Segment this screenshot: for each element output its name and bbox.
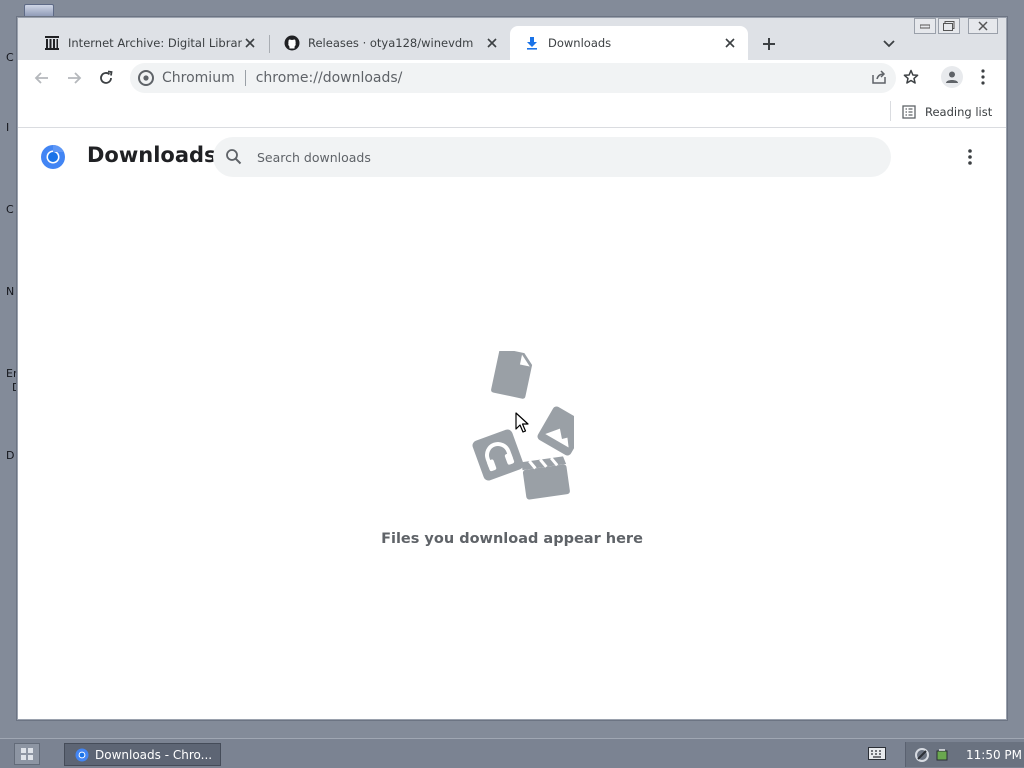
- video-icon: [521, 456, 570, 500]
- browser-menu-button[interactable]: [973, 67, 993, 87]
- tab-title: Releases · otya128/winevdm: [308, 36, 474, 50]
- bookmark-star-button[interactable]: [901, 67, 921, 87]
- page-title: Downloads: [87, 143, 217, 167]
- archive-icon: [44, 35, 60, 51]
- tab-title: Internet Archive: Digital Library: [68, 36, 242, 50]
- reading-list-icon: [902, 105, 916, 119]
- audio-icon: [472, 429, 524, 481]
- tab-title: Downloads: [548, 36, 612, 50]
- share-icon: [872, 70, 886, 84]
- forward-button[interactable]: [62, 66, 86, 90]
- close-icon: [245, 38, 255, 48]
- star-icon: [903, 69, 919, 84]
- mouse-cursor-icon: [515, 412, 529, 433]
- close-icon: [978, 21, 988, 31]
- arrow-left-icon: [34, 72, 48, 84]
- browser-window: Internet Archive: Digital Library Releas…: [16, 16, 1008, 721]
- downloads-header: Downloads: [18, 129, 1006, 185]
- omnibox[interactable]: Chromium chrome://downloads/: [130, 63, 896, 93]
- tab-close-button[interactable]: [722, 35, 738, 51]
- start-menu-button[interactable]: [14, 743, 40, 765]
- window-controls: [914, 18, 998, 34]
- reading-list-label: Reading list: [925, 105, 993, 119]
- tab-close-button[interactable]: [484, 35, 500, 51]
- taskbar: Downloads - Chro... 11:50 PM: [0, 738, 1024, 768]
- minimize-icon: [920, 24, 930, 29]
- chevron-down-icon: [883, 40, 895, 48]
- taskbar-item-label: Downloads - Chro...: [95, 747, 213, 762]
- search-input[interactable]: [257, 149, 857, 165]
- back-button[interactable]: [30, 66, 54, 90]
- github-icon: [284, 35, 300, 51]
- profile-icon: [946, 71, 958, 83]
- browser-toolbar: Chromium chrome://downloads/: [18, 60, 1006, 96]
- kebab-menu-icon: [981, 69, 985, 85]
- site-name: Chromium: [162, 70, 235, 86]
- keyboard-icon[interactable]: [868, 747, 886, 760]
- tab-close-button[interactable]: [242, 35, 258, 51]
- empty-downloads-illustration: [472, 351, 574, 500]
- arrow-right-icon: [68, 72, 82, 84]
- reload-button[interactable]: [94, 66, 118, 90]
- system-tray: 11:50 PM: [905, 742, 1024, 767]
- tab-winevdm-releases[interactable]: Releases · otya128/winevdm: [270, 26, 510, 60]
- url-text[interactable]: chrome://downloads/: [256, 70, 403, 86]
- close-window-button[interactable]: [968, 18, 998, 34]
- taskbar-item-downloads[interactable]: Downloads - Chro...: [64, 743, 221, 766]
- reading-list-button[interactable]: Reading list: [902, 102, 992, 122]
- chromium-logo-icon: [41, 144, 65, 169]
- close-icon: [725, 38, 735, 48]
- minimize-button[interactable]: [914, 18, 936, 34]
- new-tab-button[interactable]: [758, 33, 780, 55]
- plus-icon: [763, 38, 775, 50]
- bookmarks-bar: Reading list: [18, 96, 1006, 128]
- chromium-icon: [138, 70, 154, 86]
- document-icon: [491, 351, 533, 399]
- search-icon: [226, 149, 242, 165]
- bookmarks-separator: [890, 101, 891, 121]
- close-icon: [487, 38, 497, 48]
- image-icon: [537, 406, 574, 456]
- search-box[interactable]: [213, 137, 891, 177]
- share-button[interactable]: [869, 67, 889, 87]
- tab-search-button[interactable]: [878, 33, 900, 55]
- grid-menu-icon: [21, 748, 33, 760]
- download-icon: [524, 35, 540, 51]
- downloads-menu-button[interactable]: [960, 145, 980, 169]
- empty-state-message: Files you download appear here: [381, 531, 643, 547]
- omnibox-divider: [244, 70, 246, 86]
- chromium-icon: [75, 748, 89, 761]
- kebab-menu-icon: [968, 149, 972, 165]
- clock[interactable]: 11:50 PM: [966, 748, 1022, 762]
- tab-downloads[interactable]: Downloads: [510, 26, 748, 60]
- reload-icon: [100, 70, 113, 84]
- volume-icon[interactable]: [934, 747, 950, 763]
- downloads-page: Downloads Search downloads Files you dow…: [18, 129, 1006, 719]
- tab-strip: Internet Archive: Digital Library Releas…: [18, 18, 1006, 60]
- restore-icon: [943, 21, 955, 31]
- profile-button[interactable]: [941, 66, 963, 88]
- maximize-button[interactable]: [938, 18, 960, 34]
- network-icon[interactable]: [914, 747, 930, 763]
- tab-internet-archive[interactable]: Internet Archive: Digital Library: [30, 26, 268, 60]
